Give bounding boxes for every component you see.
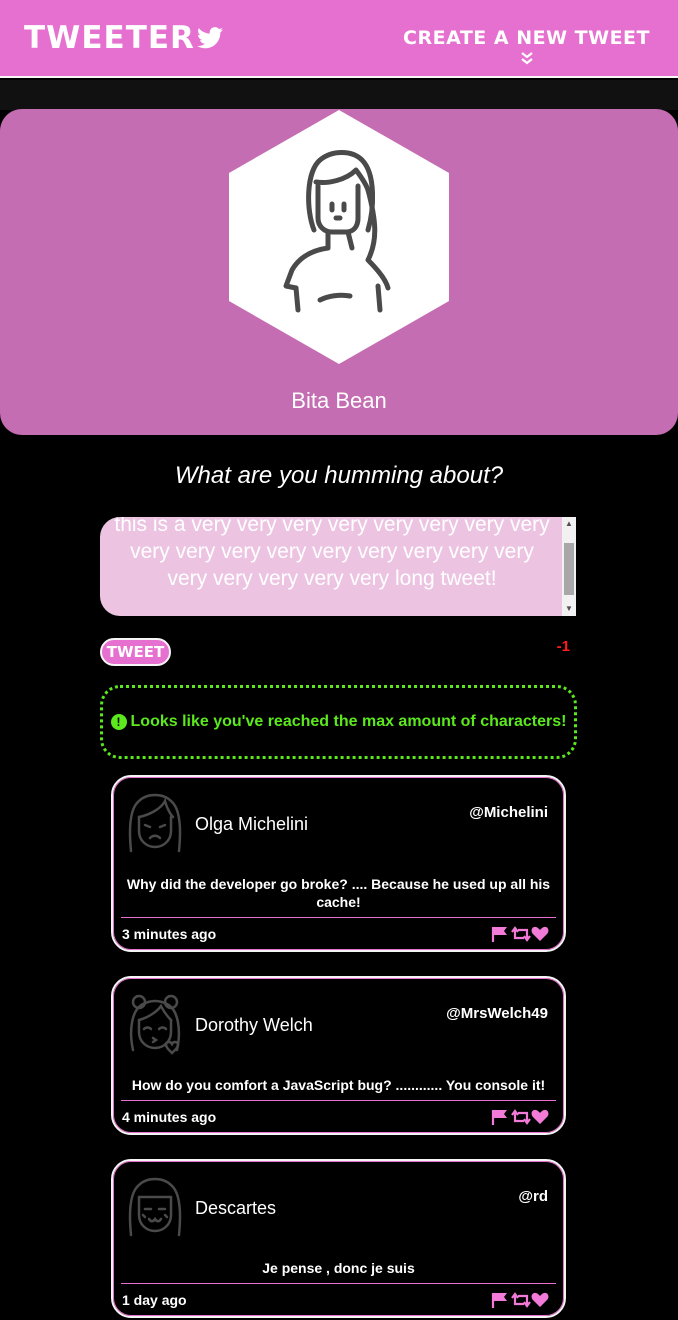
tweet-timestamp: 1 day ago xyxy=(122,1292,187,1308)
error-message: Looks like you've reached the max amount… xyxy=(130,713,567,730)
tweet-submit-button[interactable]: TWEET xyxy=(100,638,171,666)
tweet-actions xyxy=(491,1109,549,1125)
tweet-author-handle: @MrsWelch49 xyxy=(446,1005,548,1022)
flag-icon[interactable] xyxy=(491,1292,509,1308)
retweet-icon[interactable] xyxy=(511,1109,531,1125)
tweet-author-name: Descartes xyxy=(195,1198,277,1218)
heart-icon[interactable] xyxy=(531,1292,549,1308)
tweet-card: Dorothy Welch @MrsWelch49 How do you com… xyxy=(111,976,566,1135)
tweet-card: Descartes @rd Je pense , donc je suis 1 … xyxy=(111,1159,566,1318)
error-message-box: ! Looks like you've reached the max amou… xyxy=(100,685,577,759)
tweet-text: Je pense , donc je suis xyxy=(262,1260,415,1276)
avatar xyxy=(125,992,185,1063)
brand-name: TWEETER xyxy=(24,20,195,56)
tweet-actions xyxy=(491,1292,549,1308)
composer-prompt: What are you humming about? xyxy=(174,462,504,489)
profile-banner: Bita Bean xyxy=(0,109,678,435)
tweet-divider xyxy=(121,917,556,918)
tweet-divider xyxy=(121,1283,556,1284)
flag-icon[interactable] xyxy=(491,926,509,942)
girl-sad-icon xyxy=(128,793,182,853)
tweet-author-handle: @rd xyxy=(518,1188,548,1205)
tweet-textarea-value: this is a very very very very very very … xyxy=(114,517,550,590)
tweet-card: Olga Michelini @Michelini Why did the de… xyxy=(111,775,566,952)
scroll-down-arrow-icon[interactable]: ▼ xyxy=(562,602,576,616)
profile-avatar xyxy=(228,110,450,369)
avatar xyxy=(125,1175,185,1246)
double-chevron-down-icon xyxy=(520,52,533,65)
textarea-scrollbar[interactable]: ▲ ▼ xyxy=(562,517,576,616)
scroll-up-arrow-icon[interactable]: ▲ xyxy=(562,517,576,531)
flag-icon[interactable] xyxy=(491,1109,509,1125)
tweet-author-name: Olga Michelini xyxy=(195,814,309,834)
scroll-thumb[interactable] xyxy=(564,543,574,595)
create-tweet-toggle[interactable]: CREATE A NEW TWEET xyxy=(403,27,650,65)
retweet-icon[interactable] xyxy=(511,926,531,942)
tweet-actions xyxy=(491,926,549,942)
girl-kiss-icon xyxy=(129,994,181,1055)
tweet-timestamp: 4 minutes ago xyxy=(122,1109,217,1125)
character-counter: -1 xyxy=(556,638,570,655)
retweet-icon[interactable] xyxy=(511,1292,531,1308)
tweet-textarea[interactable]: this is a very very very very very very … xyxy=(100,517,576,616)
exclamation-icon: ! xyxy=(110,714,127,730)
profile-name: Bita Bean xyxy=(291,388,387,413)
girl-cute-icon xyxy=(128,1177,182,1237)
top-nav-bar: TWEETER CREATE A NEW TWEET xyxy=(0,0,678,78)
avatar xyxy=(125,791,185,862)
brand-logo[interactable]: TWEETER xyxy=(24,20,223,56)
heart-icon[interactable] xyxy=(531,926,549,942)
girl-avatar-icon xyxy=(229,110,449,364)
tweet-author-handle: @Michelini xyxy=(469,804,548,821)
tweet-divider xyxy=(121,1100,556,1101)
bird-icon xyxy=(196,27,223,49)
header-divider xyxy=(0,80,678,110)
tweet-text: Why did the developer go broke? .... Bec… xyxy=(126,876,551,910)
tweet-text: How do you comfort a JavaScript bug? ...… xyxy=(131,1077,546,1093)
heart-icon[interactable] xyxy=(531,1109,549,1125)
create-tweet-label: CREATE A NEW TWEET xyxy=(403,27,650,49)
tweet-timestamp: 3 minutes ago xyxy=(122,926,217,942)
tweet-author-name: Dorothy Welch xyxy=(195,1015,313,1035)
